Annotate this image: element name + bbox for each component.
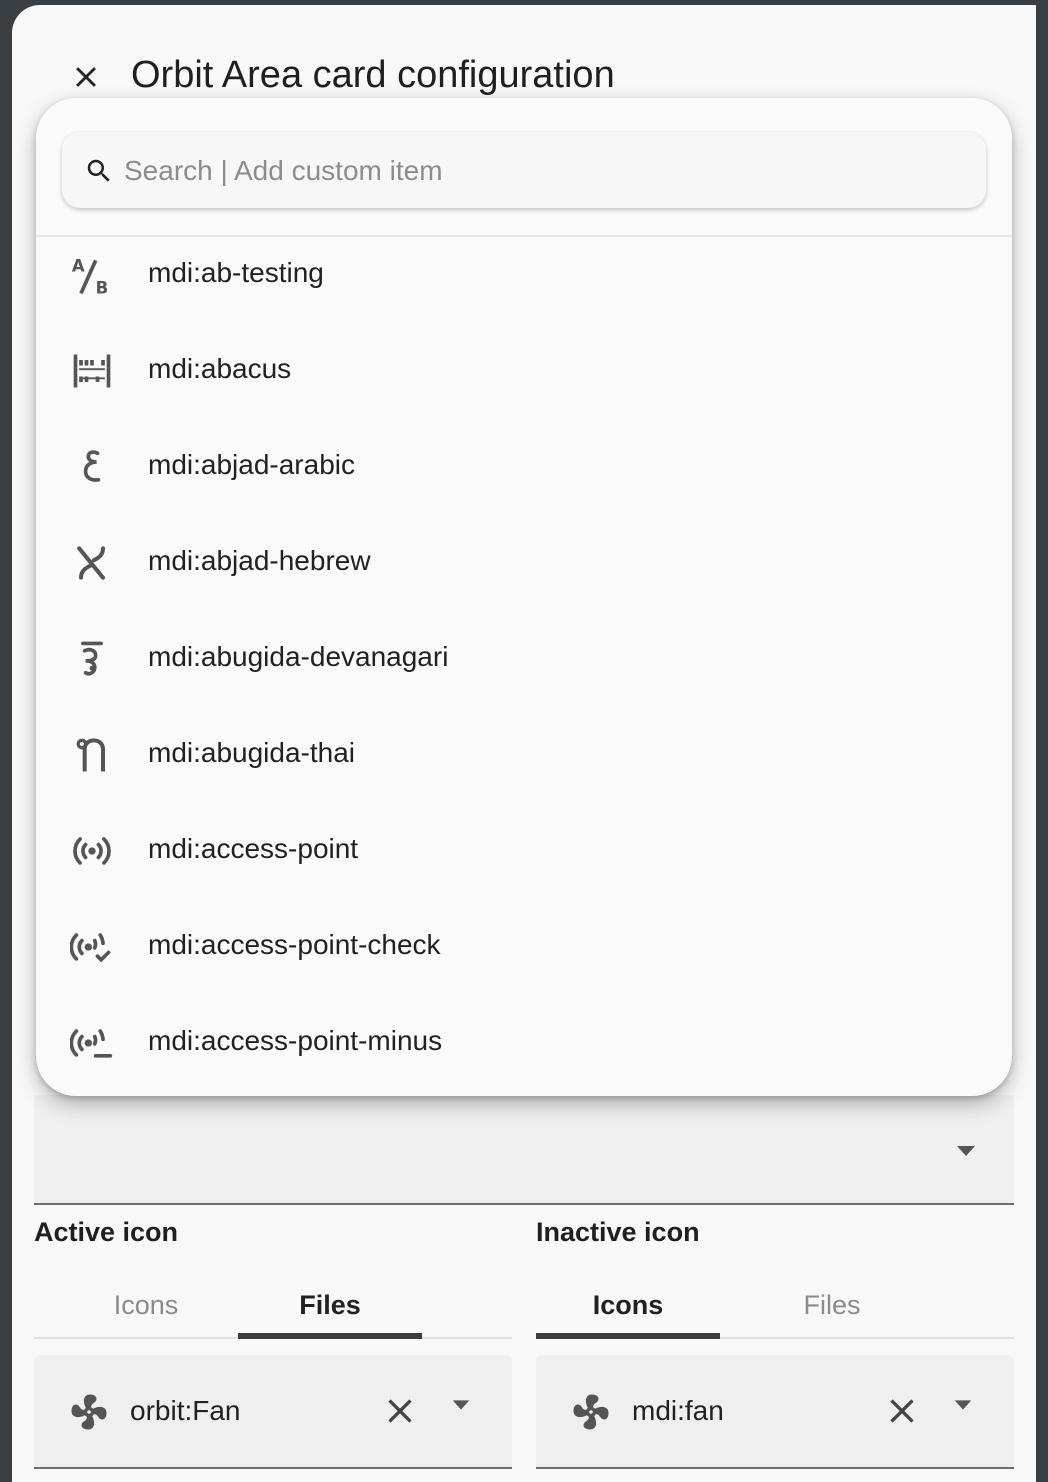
svg-text:B: B — [96, 278, 109, 297]
list-item[interactable]: mdi:abugida-thai — [36, 717, 1012, 813]
active-icon-tabs: Icons Files — [34, 1273, 512, 1339]
inactive-icon-value: mdi:fan — [632, 1395, 724, 1426]
search-input[interactable] — [122, 146, 966, 196]
list-item[interactable]: mdi:abugida-devanagari — [36, 621, 1012, 717]
access-point-icon — [68, 827, 116, 875]
list-item[interactable]: mdi:access-point-minus — [36, 1005, 1012, 1096]
access-point-check-icon — [68, 923, 116, 971]
tab-inactive-files[interactable]: Files — [740, 1273, 924, 1337]
tab-active-files[interactable]: Files — [238, 1273, 422, 1339]
list-item[interactable]: mdi:abjad-arabic — [36, 429, 1012, 525]
tab-inactive-icons[interactable]: Icons — [536, 1273, 720, 1339]
list-item-label: mdi:abugida-thai — [148, 737, 356, 768]
list-item-label: mdi:abugida-devanagari — [148, 641, 449, 672]
fan-icon — [573, 1394, 609, 1430]
fan-icon — [71, 1394, 107, 1430]
abacus-icon — [68, 347, 116, 395]
inactive-icon-field[interactable]: mdi:fan — [536, 1355, 1014, 1469]
list-item-label: mdi:abacus — [148, 353, 292, 384]
list-item-label: mdi:abjad-arabic — [148, 449, 355, 480]
chevron-down-icon[interactable] — [952, 1399, 974, 1411]
inactive-icon-tabs: Icons Files — [536, 1273, 1014, 1339]
chevron-down-icon — [957, 1146, 975, 1156]
list-item[interactable]: mdi:access-point-check — [36, 909, 1012, 1005]
ab-testing-icon: AB — [68, 251, 116, 299]
active-icon-label: Active icon — [34, 1217, 179, 1247]
list-item[interactable]: mdi:access-point — [36, 813, 1012, 909]
abjad-hebrew-icon — [68, 539, 116, 587]
list-item[interactable]: mdi:abacus — [36, 333, 1012, 429]
list-item-label: mdi:access-point-minus — [148, 1025, 443, 1056]
active-icon-value: orbit:Fan — [130, 1395, 241, 1426]
search-section — [36, 98, 1012, 237]
list-item-label: mdi:abjad-hebrew — [148, 545, 371, 576]
icon-option-list: AB mdi:ab-testing mdi:abacus mdi:abjad-a… — [36, 237, 1012, 1096]
list-item[interactable]: mdi:abjad-hebrew — [36, 525, 1012, 621]
svg-text:A: A — [72, 256, 85, 275]
access-point-minus-icon — [68, 1019, 116, 1067]
clear-icon[interactable] — [882, 1391, 922, 1431]
clear-icon[interactable] — [380, 1391, 420, 1431]
abugida-devanagari-icon — [68, 635, 116, 683]
abugida-thai-icon — [68, 731, 116, 779]
dialog-title: Orbit Area card configuration — [131, 54, 615, 96]
list-item[interactable]: AB mdi:ab-testing — [36, 237, 1012, 333]
close-button[interactable] — [62, 53, 110, 101]
close-icon — [76, 67, 96, 87]
list-item-label: mdi:access-point — [148, 833, 359, 864]
abjad-arabic-icon — [68, 443, 116, 491]
list-item-label: mdi:access-point-check — [148, 929, 441, 960]
background-select-field[interactable] — [34, 1095, 1014, 1205]
chevron-down-icon[interactable] — [450, 1399, 472, 1411]
list-item-label: mdi:ab-testing — [148, 257, 324, 288]
icon-picker-popup: AB mdi:ab-testing mdi:abacus mdi:abjad-a… — [36, 98, 1012, 1096]
search-box[interactable] — [62, 132, 986, 208]
inactive-icon-label: Inactive icon — [536, 1217, 700, 1247]
search-icon — [87, 159, 110, 182]
active-icon-field[interactable]: orbit:Fan — [34, 1355, 512, 1469]
tab-active-icons[interactable]: Icons — [54, 1273, 238, 1337]
